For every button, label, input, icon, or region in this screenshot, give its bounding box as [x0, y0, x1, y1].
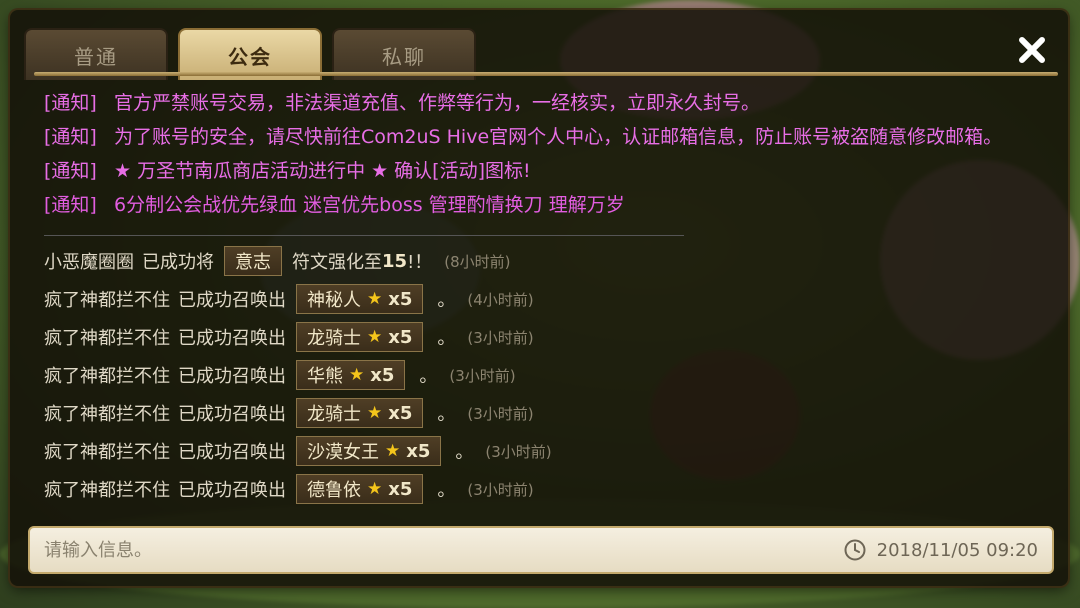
- star-count: x5: [388, 478, 413, 500]
- message-time: (4小时前): [467, 290, 534, 309]
- star-icon: ★: [367, 479, 383, 499]
- summon-message: 疯了神都拦不住 已成功召唤出 龙骑士 ★ x5 。 (3小时前): [44, 394, 1044, 432]
- message-user[interactable]: 疯了神都拦不住: [44, 400, 170, 426]
- close-button[interactable]: [1014, 32, 1050, 68]
- notice-tag: [通知]: [44, 126, 97, 148]
- timestamp-text: 2018/11/05 09:20: [876, 539, 1038, 561]
- summon-message: 疯了神都拦不住 已成功召唤出 华熊 ★ x5 。 (3小时前): [44, 356, 1044, 394]
- message-user[interactable]: 疯了神都拦不住: [44, 438, 170, 464]
- monster-name: 龙骑士: [307, 404, 361, 425]
- tab-divider: [34, 72, 1058, 76]
- notice-message: [通知] 6分制公会战优先绿血 迷宫优先boss 管理酌情换刀 理解万岁: [44, 188, 1044, 222]
- message-action: 已成功召唤出: [178, 404, 286, 425]
- message-time: (3小时前): [449, 366, 516, 385]
- message-action: 已成功召唤出: [178, 328, 286, 349]
- message-list[interactable]: [通知] 官方严禁账号交易，非法渠道充值、作弊等行为，一经核实，立即永久封号。 …: [44, 86, 1044, 526]
- star-count: x5: [388, 402, 413, 424]
- monster-name: 神秘人: [307, 290, 361, 311]
- star-icon: ★: [367, 289, 383, 309]
- message-user[interactable]: 疯了神都拦不住: [44, 286, 170, 312]
- rune-name: 意志: [235, 252, 271, 273]
- message-punct: 。: [437, 480, 456, 501]
- monster-chip[interactable]: 龙骑士 ★ x5: [296, 398, 424, 428]
- star-icon: ★: [385, 441, 401, 461]
- notice-tag: [通知]: [44, 194, 97, 216]
- notice-text: 官方严禁账号交易，非法渠道充值、作弊等行为，一经核实，立即永久封号。: [114, 92, 761, 114]
- message-time: (3小时前): [485, 442, 552, 461]
- message-user[interactable]: 小恶魔圈圈: [44, 248, 134, 274]
- clock-icon: [844, 539, 866, 561]
- notice-text: 为了账号的安全，请尽快前往Com2uS Hive官网个人中心，认证邮箱信息，防止…: [114, 126, 1003, 148]
- summon-message: 疯了神都拦不住 已成功召唤出 沙漠女王 ★ x5 。 (3小时前): [44, 432, 1044, 470]
- message-action: 已成功召唤出: [178, 366, 286, 387]
- message-user[interactable]: 疯了神都拦不住: [44, 362, 170, 388]
- message-action: 已成功召唤出: [178, 290, 286, 311]
- monster-chip[interactable]: 华熊 ★ x5: [296, 360, 406, 390]
- monster-chip[interactable]: 沙漠女王 ★ x5: [296, 436, 442, 466]
- monster-chip[interactable]: 德鲁依 ★ x5: [296, 474, 424, 504]
- summon-message: 疯了神都拦不住 已成功召唤出 德鲁依 ★ x5 。 (3小时前): [44, 470, 1044, 508]
- rune-chip[interactable]: 意志: [224, 246, 282, 276]
- star-icon: ★: [367, 403, 383, 423]
- notice-message: [通知] ★ 万圣节南瓜商店活动进行中 ★ 确认[活动]图标!: [44, 154, 1044, 188]
- message-punct: 。: [437, 328, 456, 349]
- message-time: (3小时前): [467, 480, 534, 499]
- message-user[interactable]: 疯了神都拦不住: [44, 476, 170, 502]
- monster-chip[interactable]: 龙骑士 ★ x5: [296, 322, 424, 352]
- monster-name: 华熊: [307, 366, 343, 387]
- rune-message: 小恶魔圈圈 已成功将 意志 符文强化至 15 !！ (8小时前): [44, 242, 1044, 280]
- message-result: 符文强化至: [292, 252, 382, 273]
- message-action: 已成功将: [142, 252, 214, 273]
- star-count: x5: [388, 326, 413, 348]
- message-action: 已成功召唤出: [178, 480, 286, 501]
- rune-level: 15: [382, 250, 408, 272]
- summon-message: 疯了神都拦不住 已成功召唤出 神秘人 ★ x5 。 (4小时前): [44, 280, 1044, 318]
- monster-name: 沙漠女王: [307, 442, 379, 463]
- notice-message: [通知] 官方严禁账号交易，非法渠道充值、作弊等行为，一经核实，立即永久封号。: [44, 86, 1044, 120]
- timestamp-display: 2018/11/05 09:20: [843, 538, 1038, 562]
- notice-tag: [通知]: [44, 92, 97, 114]
- monster-name: 德鲁依: [307, 480, 361, 501]
- star-count: x5: [406, 440, 431, 462]
- star-count: x5: [388, 288, 413, 310]
- chat-input-bar: 2018/11/05 09:20: [28, 526, 1054, 574]
- message-user[interactable]: 疯了神都拦不住: [44, 324, 170, 350]
- message-suffix: !！: [407, 252, 433, 273]
- message-time: (3小时前): [467, 404, 534, 423]
- star-count: x5: [370, 364, 395, 386]
- notice-tag: [通知]: [44, 160, 97, 182]
- chat-input[interactable]: [44, 539, 744, 561]
- message-time: (8小时前): [444, 252, 511, 271]
- message-action: 已成功召唤出: [178, 442, 286, 463]
- message-punct: 。: [455, 442, 474, 463]
- star-icon: ★: [367, 327, 383, 347]
- message-punct: 。: [437, 290, 456, 311]
- summon-message: 疯了神都拦不住 已成功召唤出 龙骑士 ★ x5 。 (3小时前): [44, 318, 1044, 356]
- star-icon: ★: [349, 365, 365, 385]
- monster-chip[interactable]: 神秘人 ★ x5: [296, 284, 424, 314]
- message-punct: 。: [419, 366, 438, 387]
- chat-panel: 普通 公会 私聊 [通知] 官方严禁账号交易，非法渠道充值、作弊等行为，一经核实…: [10, 10, 1068, 586]
- monster-name: 龙骑士: [307, 328, 361, 349]
- message-time: (3小时前): [467, 328, 534, 347]
- message-punct: 。: [437, 404, 456, 425]
- notice-message: [通知] 为了账号的安全，请尽快前往Com2uS Hive官网个人中心，认证邮箱…: [44, 120, 1044, 154]
- notice-text: 6分制公会战优先绿血 迷宫优先boss 管理酌情换刀 理解万岁: [114, 194, 625, 216]
- close-icon: [1019, 37, 1045, 63]
- notice-text: ★ 万圣节南瓜商店活动进行中 ★ 确认[活动]图标!: [114, 160, 531, 182]
- scrolled-message-fragment: [44, 222, 684, 236]
